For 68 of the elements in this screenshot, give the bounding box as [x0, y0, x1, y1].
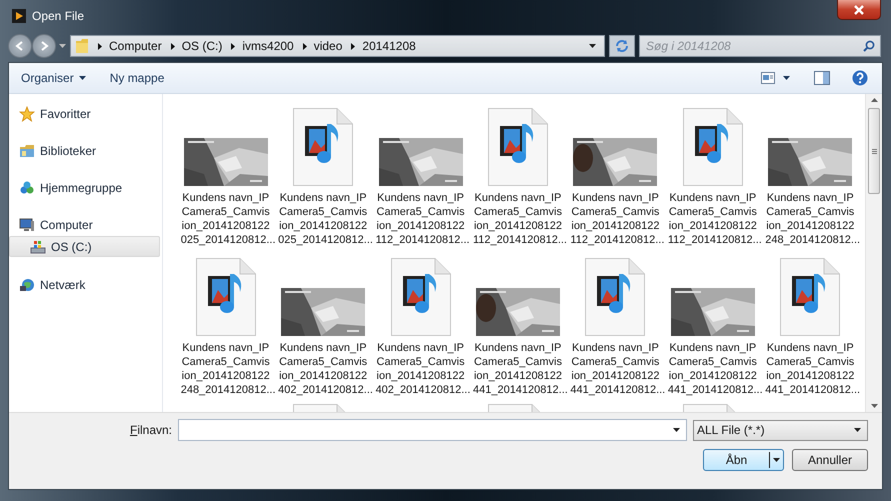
view-icon[interactable] [761, 72, 775, 84]
homegroup-icon [19, 180, 35, 196]
sidebar-item[interactable]: Favoritter [9, 104, 160, 123]
folder-icon [75, 38, 89, 54]
media-file-icon [196, 258, 256, 336]
help-icon[interactable] [852, 70, 868, 86]
star-icon [19, 106, 35, 122]
scroll-up-icon[interactable] [870, 98, 878, 102]
media-file-icon [488, 108, 548, 186]
scroll-down-icon[interactable] [870, 404, 878, 408]
sidebar-item[interactable]: OS (C:) [9, 236, 160, 257]
chevron-icon[interactable] [302, 42, 307, 50]
caret-icon[interactable] [589, 44, 596, 48]
sidebar-label: OS (C:) [51, 240, 92, 254]
network-icon [19, 276, 35, 292]
scrollbar[interactable] [865, 94, 882, 412]
media-file-icon [293, 108, 354, 186]
sidebar-label: Biblioteker [40, 144, 96, 158]
search-icon [863, 40, 875, 52]
sidebar-label: Computer [40, 218, 93, 232]
preview-pane-icon[interactable] [814, 71, 830, 85]
window-title: Open File [32, 9, 84, 23]
sidebar-item[interactable]: Netværk [9, 275, 160, 294]
library-folder-icon [19, 142, 35, 158]
sidebar-item[interactable]: Computer [9, 215, 160, 234]
breadcrumb[interactable]: video [314, 39, 342, 53]
media-file-icon [682, 108, 743, 186]
breadcrumb[interactable]: OS (C:) [182, 39, 222, 53]
breadcrumb[interactable]: ivms4200 [242, 39, 294, 53]
chevron-icon[interactable] [351, 42, 356, 50]
sidebar-label: Netværk [40, 278, 86, 292]
file-name[interactable]: Kundens navn_IP Camera5_Camvis ion_20141208122 112_2014120812... [376, 191, 466, 247]
caret-icon[interactable] [78, 76, 86, 80]
chevron-icon[interactable] [170, 42, 175, 50]
close-icon [853, 4, 865, 14]
search-field[interactable]: Søg i 20141208 [639, 35, 881, 57]
sidebar-item[interactable]: Biblioteker [9, 141, 160, 160]
back-button[interactable] [8, 34, 32, 58]
breadcrumb[interactable]: 20141208 [362, 39, 416, 53]
cancel-button[interactable]: Annuller [792, 449, 868, 471]
drive-icon [30, 238, 46, 254]
caret-icon[interactable] [783, 76, 790, 80]
open-button[interactable]: Åbn [703, 449, 784, 471]
refresh-button[interactable] [609, 35, 635, 57]
organize-button[interactable]: Organiser [21, 71, 74, 85]
filename-field[interactable] [178, 419, 687, 441]
chevron-icon[interactable] [98, 42, 102, 50]
file-type-dropdown[interactable]: ALL File (*.*) [693, 420, 868, 440]
sidebar-label: Hjemmegruppe [40, 180, 122, 194]
media-file-icon [390, 258, 451, 336]
media-file-icon [780, 258, 840, 336]
new-folder-button[interactable]: Ny mappe [110, 71, 164, 85]
sidebar-item[interactable]: Hjemmegruppe [9, 178, 160, 197]
forward-button[interactable] [32, 34, 56, 58]
breadcrumb[interactable]: Computer [109, 39, 162, 53]
close-button[interactable] [837, 0, 881, 20]
sidebar-label: Favoritter [40, 106, 91, 120]
filename-label: Filnavn: [128, 423, 172, 437]
caret-icon [773, 458, 780, 462]
refresh-icon [614, 39, 630, 53]
chevron-icon[interactable] [231, 42, 236, 50]
caret-icon [854, 428, 861, 432]
media-file-icon [585, 258, 646, 336]
app-icon [12, 9, 26, 23]
address-bar[interactable]: Computer OS (C:) ivms4200 video 20141208 [70, 35, 605, 57]
computer-icon [19, 216, 35, 232]
caret-icon[interactable] [673, 428, 680, 432]
scrollbar-thumb[interactable] [868, 108, 880, 194]
